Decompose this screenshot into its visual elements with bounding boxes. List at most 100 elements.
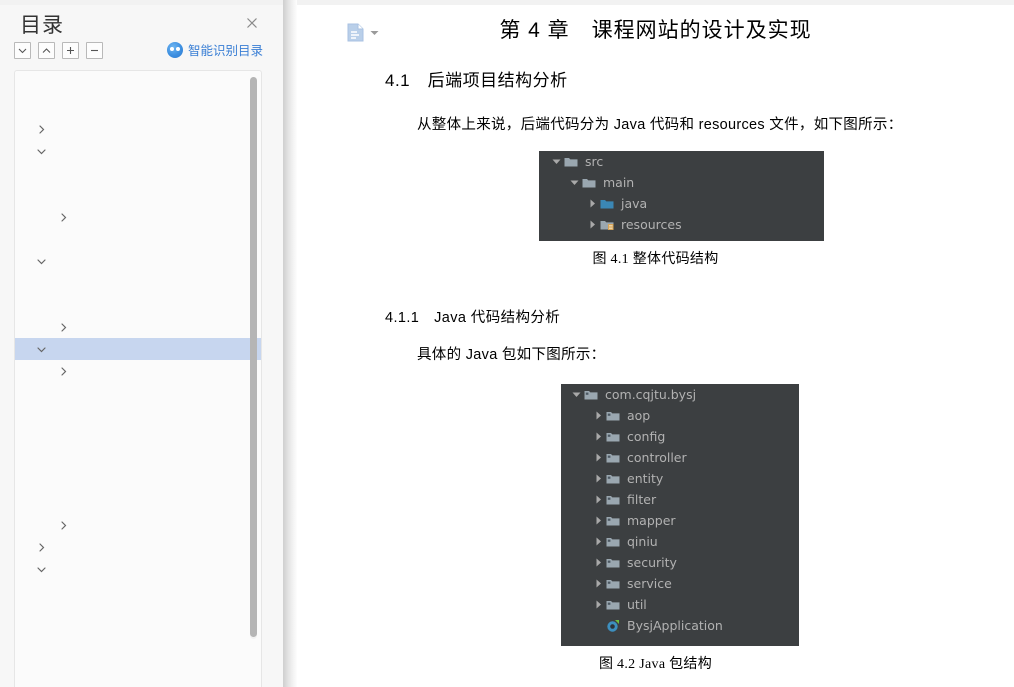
triangle-right-icon[interactable]	[585, 193, 599, 214]
outline-item[interactable]	[15, 360, 261, 382]
outline-scrollbar-thumb[interactable]	[250, 77, 257, 637]
outline-item[interactable]	[15, 426, 261, 448]
triangle-right-icon[interactable]	[591, 468, 605, 489]
tree-row[interactable]: mapper	[561, 510, 799, 531]
chevron-down-icon[interactable]	[35, 140, 47, 162]
triangle-right-icon[interactable]	[585, 214, 599, 235]
tree-row[interactable]: service	[561, 573, 799, 594]
outline-item[interactable]	[15, 558, 261, 580]
outline-item[interactable]	[15, 140, 261, 162]
outline-item[interactable]	[15, 96, 261, 118]
outline-item[interactable]	[15, 184, 261, 206]
outline-item[interactable]	[15, 404, 261, 426]
tree-row[interactable]: src	[539, 151, 824, 172]
tree-row-label: service	[627, 576, 672, 591]
outline-item[interactable]	[15, 448, 261, 470]
chevron-right-icon[interactable]	[57, 360, 69, 382]
package-icon	[605, 489, 621, 510]
tree-row[interactable]: BysjApplication	[561, 615, 799, 636]
tree-row[interactable]: java	[539, 193, 824, 214]
chevron-right-icon[interactable]	[57, 206, 69, 228]
tree-row-label: filter	[627, 492, 657, 507]
panel-splitter[interactable]	[283, 0, 297, 687]
package-icon	[605, 594, 621, 615]
document-area: 第 4 章 课程网站的设计及实现 4.1 后端项目结构分析 从整体上来说，后端代…	[297, 0, 1014, 687]
outline-item[interactable]	[15, 492, 261, 514]
triangle-right-icon[interactable]	[591, 552, 605, 573]
triangle-down-icon[interactable]	[567, 172, 581, 193]
outline-item[interactable]	[15, 668, 261, 687]
outline-item-selected[interactable]	[15, 338, 261, 360]
outline-item[interactable]	[15, 228, 261, 250]
collapse-level-button[interactable]	[86, 42, 103, 59]
tree-row[interactable]: main	[539, 172, 824, 193]
paragraph-1: 从整体上来说，后端代码分为 Java 代码和 resources 文件，如下图所…	[417, 117, 903, 133]
chevron-right-icon[interactable]	[57, 514, 69, 536]
outline-item[interactable]	[15, 272, 261, 294]
outline-item[interactable]	[15, 118, 261, 140]
tree-row-label: aop	[627, 408, 651, 423]
package-icon	[605, 405, 621, 426]
triangle-right-icon[interactable]	[591, 405, 605, 426]
tree-row[interactable]: config	[561, 426, 799, 447]
package-icon	[605, 552, 621, 573]
expand-level-button[interactable]	[62, 42, 79, 59]
tree-row[interactable]: aop	[561, 405, 799, 426]
tree-row[interactable]: entity	[561, 468, 799, 489]
outline-item[interactable]	[15, 162, 261, 184]
triangle-right-icon[interactable]	[591, 531, 605, 552]
chevron-right-icon[interactable]	[35, 118, 47, 140]
triangle-right-icon[interactable]	[591, 489, 605, 510]
outline-item[interactable]	[15, 602, 261, 624]
outline-item[interactable]	[15, 536, 261, 558]
outline-item[interactable]	[15, 646, 261, 668]
tree-row-label: security	[627, 555, 677, 570]
outline-item[interactable]	[15, 294, 261, 316]
triangle-right-icon[interactable]	[591, 510, 605, 531]
close-icon[interactable]	[243, 14, 261, 32]
tree-row[interactable]: util	[561, 594, 799, 615]
triangle-right-icon[interactable]	[591, 573, 605, 594]
chevron-down-icon[interactable]	[35, 338, 47, 360]
outline-item[interactable]	[15, 624, 261, 646]
smart-toc-label: 智能识别目录	[187, 44, 263, 58]
collapse-up-button[interactable]	[38, 42, 55, 59]
section-heading: 4.1 后端项目结构分析	[385, 71, 568, 90]
tree-row[interactable]: resources	[539, 214, 824, 235]
chevron-down-icon[interactable]	[35, 250, 47, 272]
figure-2-caption: 图 4.2 Java 包结构	[598, 657, 713, 672]
collapse-down-button[interactable]	[14, 42, 31, 59]
outline-item[interactable]	[15, 580, 261, 602]
document-top-band	[297, 0, 1014, 5]
chevron-down-icon[interactable]	[35, 558, 47, 580]
tree-row[interactable]: com.cqjtu.bysj	[561, 384, 799, 405]
outline-list[interactable]	[15, 74, 261, 687]
triangle-down-icon[interactable]	[549, 151, 563, 172]
tree-row[interactable]: qiniu	[561, 531, 799, 552]
outline-item[interactable]	[15, 250, 261, 272]
outline-item[interactable]	[15, 74, 261, 96]
tree-row[interactable]: filter	[561, 489, 799, 510]
smart-toc-button[interactable]: 智能识别目录	[166, 40, 263, 59]
folder-blue-icon	[599, 193, 615, 214]
tree-row[interactable]: controller	[561, 447, 799, 468]
chevron-right-icon[interactable]	[57, 316, 69, 338]
outline-item[interactable]	[15, 206, 261, 228]
outline-item[interactable]	[15, 382, 261, 404]
outline-item[interactable]	[15, 316, 261, 338]
outline-item[interactable]	[15, 470, 261, 492]
triangle-right-icon[interactable]	[591, 426, 605, 447]
outline-scrollbar[interactable]	[250, 77, 257, 639]
tree-row-label: qiniu	[627, 534, 658, 549]
chevron-right-icon[interactable]	[35, 536, 47, 558]
spring-class-icon	[605, 615, 621, 636]
outline-item[interactable]	[15, 514, 261, 536]
tree-row-label: main	[603, 175, 635, 190]
triangle-right-icon[interactable]	[591, 447, 605, 468]
package-icon	[605, 447, 621, 468]
tree-row-label: mapper	[627, 513, 676, 528]
tree-row[interactable]: security	[561, 552, 799, 573]
app-root: 目录 智能识别目录 第 4 章 课程网站的设计及实现 4.1 后端项目结构分析 …	[0, 0, 1014, 687]
triangle-down-icon[interactable]	[569, 384, 583, 405]
triangle-right-icon[interactable]	[591, 594, 605, 615]
